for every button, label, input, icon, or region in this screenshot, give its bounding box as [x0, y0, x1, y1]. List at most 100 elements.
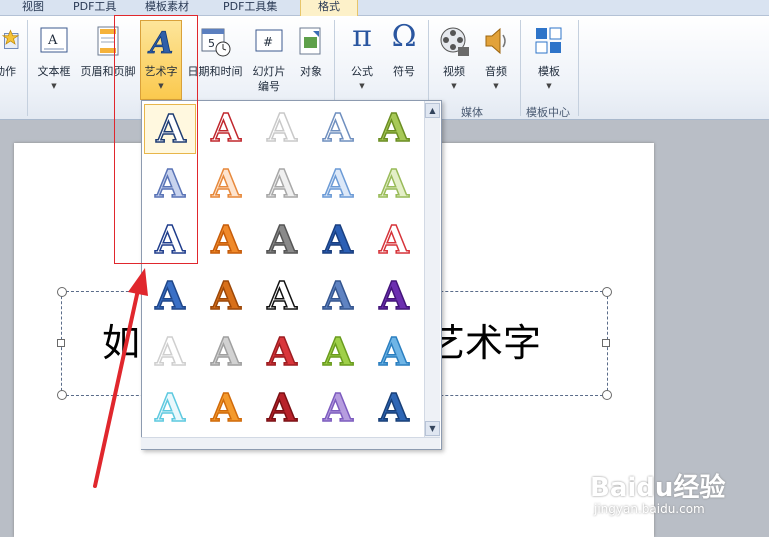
scroll-down-icon[interactable]: ▼: [425, 421, 440, 436]
wordart-style-4[interactable]: A: [312, 104, 364, 154]
svg-text:#: #: [263, 35, 273, 49]
wordart-style-28[interactable]: A: [256, 384, 308, 434]
wordart-style-20[interactable]: A: [368, 272, 420, 322]
equation-label: 公式: [351, 65, 373, 78]
wordart-style-3[interactable]: A: [256, 104, 308, 154]
wordart-style-29[interactable]: A: [312, 384, 364, 434]
wordart-style-glyph: A: [267, 216, 298, 263]
watermark-url: jingyan.baidu.com: [594, 502, 705, 516]
text-box-dropdown-icon: ▼: [51, 82, 57, 90]
wordart-style-glyph: A: [323, 328, 354, 375]
audio-icon: [485, 27, 506, 55]
slide-number-label: 幻灯片: [252, 65, 286, 78]
template-dropdown-icon: ▼: [546, 82, 552, 90]
svg-text:A: A: [47, 33, 58, 48]
gallery-scrollbar[interactable]: ▲ ▼: [424, 101, 440, 438]
wordart-style-19[interactable]: A: [312, 272, 364, 322]
symbol-label: 符号: [393, 65, 415, 78]
wordart-style-glyph: A: [211, 328, 242, 375]
wordart-style-glyph: A: [323, 272, 354, 319]
tab-format[interactable]: 格式: [300, 0, 358, 16]
resize-handle-bottom-left[interactable]: [57, 390, 67, 400]
template-icon: [535, 27, 562, 54]
wordart-style-glyph: A: [267, 328, 298, 375]
wordart-style-22[interactable]: A: [200, 328, 252, 378]
symbol-button[interactable]: Ω 符号: [384, 18, 424, 98]
equation-icon: π: [352, 19, 372, 54]
wordart-style-21[interactable]: A: [144, 328, 196, 378]
gallery-resize-grip[interactable]: [141, 437, 440, 449]
text-box-button[interactable]: A 文本框 ▼: [30, 18, 78, 98]
wordart-style-26[interactable]: A: [144, 384, 196, 434]
resize-handle-bottom-right[interactable]: [602, 390, 612, 400]
video-icon: [440, 27, 469, 56]
wordart-style-glyph: A: [211, 160, 242, 207]
wordart-style-glyph: A: [211, 216, 242, 263]
audio-dropdown-icon: ▼: [493, 82, 499, 90]
tab-pdf-toolset[interactable]: PDF工具集: [223, 0, 285, 15]
wordart-style-glyph: A: [379, 384, 410, 431]
slide-number-label-line2: 编号: [258, 80, 280, 93]
wordart-style-5[interactable]: A: [368, 104, 420, 154]
tab-template-material[interactable]: 模板素材: [145, 0, 201, 15]
object-label: 对象: [300, 65, 322, 78]
wordart-style-glyph: A: [379, 328, 410, 375]
slide-number-button[interactable]: # 幻灯片 编号: [246, 18, 292, 98]
wordart-style-15[interactable]: A: [368, 216, 420, 266]
wordart-style-10[interactable]: A: [368, 160, 420, 210]
wordart-style-30[interactable]: A: [368, 384, 420, 434]
group-label-media: 媒体: [461, 106, 483, 119]
wordart-style-glyph: A: [267, 160, 298, 207]
action-button[interactable]: 动作: [0, 18, 20, 98]
wordart-style-14[interactable]: A: [312, 216, 364, 266]
wordart-style-8[interactable]: A: [256, 160, 308, 210]
wordart-style-glyph: A: [155, 328, 186, 375]
wordart-style-glyph: A: [267, 272, 298, 319]
wordart-style-23[interactable]: A: [256, 328, 308, 378]
wordart-style-25[interactable]: A: [368, 328, 420, 378]
equation-button[interactable]: π 公式 ▼: [340, 18, 384, 98]
resize-handle-right[interactable]: [602, 339, 610, 347]
wordart-style-2[interactable]: A: [200, 104, 252, 154]
wordart-style-glyph: A: [323, 384, 354, 431]
text-box-icon: A: [40, 27, 68, 53]
wordart-style-13[interactable]: A: [256, 216, 308, 266]
date-time-icon: 5: [201, 28, 231, 57]
wordart-style-9[interactable]: A: [312, 160, 364, 210]
resize-handle-left[interactable]: [57, 339, 65, 347]
resize-handle-top-right[interactable]: [602, 287, 612, 297]
wordart-style-glyph: A: [211, 272, 242, 319]
tab-pdf-tools[interactable]: PDF工具: [73, 0, 123, 15]
star-action-icon: [1, 29, 20, 49]
wordart-style-17[interactable]: A: [200, 272, 252, 322]
slide-number-icon: #: [255, 29, 283, 52]
svg-text:5: 5: [208, 37, 215, 50]
wordart-style-27[interactable]: A: [200, 384, 252, 434]
wordart-style-12[interactable]: A: [200, 216, 252, 266]
wordart-style-24[interactable]: A: [312, 328, 364, 378]
audio-button[interactable]: 音频 ▼: [476, 18, 516, 98]
wordart-style-glyph: A: [267, 384, 298, 431]
ribbon-tab-bar: 视图 PDF工具 模板素材 PDF工具集 格式: [0, 0, 769, 16]
wordart-style-glyph: A: [155, 384, 186, 431]
wordart-style-glyph: A: [379, 272, 410, 319]
tab-view[interactable]: 视图: [22, 0, 52, 15]
resize-handle-top-left[interactable]: [57, 287, 67, 297]
wordart-style-18[interactable]: A: [256, 272, 308, 322]
wordart-style-16[interactable]: A: [144, 272, 196, 322]
text-box-content-left: 如: [102, 321, 141, 365]
group-label-template-center: 模板中心: [526, 106, 570, 119]
wordart-style-glyph: A: [323, 160, 354, 207]
watermark-brand: Baidu经验: [590, 473, 726, 503]
symbol-icon: Ω: [391, 19, 417, 54]
wordart-style-7[interactable]: A: [200, 160, 252, 210]
wordart-style-glyph: A: [267, 104, 298, 151]
text-box-label: 文本框: [37, 65, 71, 78]
scroll-up-icon[interactable]: ▲: [425, 103, 440, 118]
equation-dropdown-icon: ▼: [359, 82, 365, 90]
object-button[interactable]: 对象: [292, 18, 330, 98]
wordart-style-glyph: A: [323, 216, 354, 263]
wordart-style-glyph: A: [379, 216, 410, 263]
video-button[interactable]: 视频 ▼: [432, 18, 476, 98]
template-button[interactable]: 模板 ▼: [526, 18, 572, 98]
